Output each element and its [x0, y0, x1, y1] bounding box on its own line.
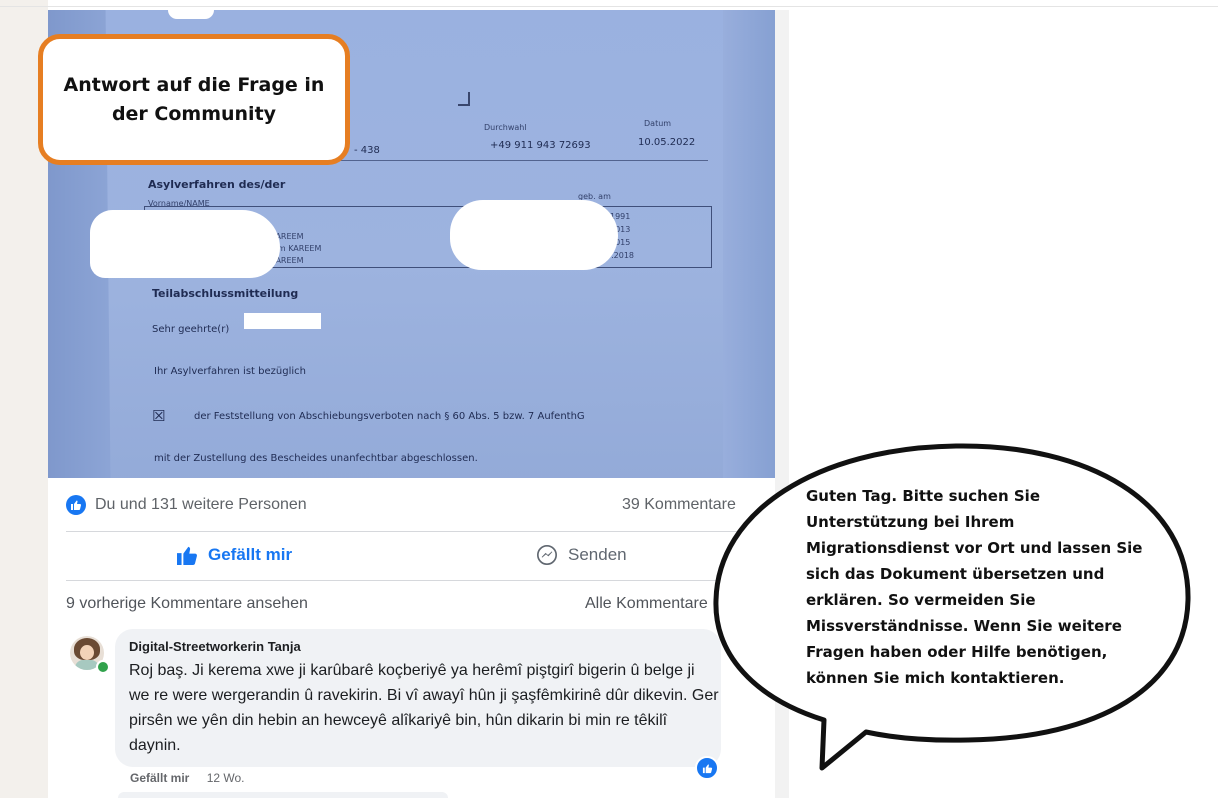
comment-text: Roj baş. Ji kerema xwe ji karûbarê koçbe… [129, 662, 719, 754]
send-button[interactable]: Senden [536, 535, 627, 575]
next-comment-peek [118, 792, 448, 798]
messenger-icon [537, 545, 557, 565]
letter-body-line-2: der Feststellung von Abschiebungsverbote… [194, 411, 585, 422]
checked-box: ☒ [152, 407, 166, 425]
redaction-salutation-name [244, 313, 321, 329]
reactions-text: Du und 131 weitere Personen [95, 496, 307, 513]
comment-like-link[interactable]: Gefällt mir [130, 771, 189, 785]
like-thumb-icon [177, 546, 197, 565]
actions-divider [66, 580, 771, 581]
redaction-top [168, 10, 214, 19]
phone-label: Durchwahl [484, 123, 527, 132]
send-button-label: Senden [568, 545, 627, 564]
like-button-label: Gefällt mir [208, 545, 293, 564]
redaction-names [90, 210, 280, 278]
top-divider [0, 6, 1218, 7]
redaction-middle [450, 200, 618, 270]
phone-number: +49 911 943 72693 [490, 140, 591, 151]
letter-body-line-3: mit der Zustellung des Bescheides unanfe… [154, 453, 478, 464]
all-comments-dropdown[interactable]: Alle Kommentare [585, 595, 708, 613]
reference-fragment: - 438 [354, 145, 380, 156]
reactions-divider [66, 531, 771, 532]
comment-bubble: Digital-Streetworkerin Tanja Roj baş. Ji… [115, 629, 721, 767]
section-title: Asylverfahren des/der [148, 178, 286, 191]
like-button[interactable]: Gefällt mir [176, 535, 292, 575]
letter-date: 10.05.2022 [638, 137, 696, 148]
salutation: Sehr geehrte(r) [152, 324, 230, 335]
notice-title: Teilabschlussmitteilung [152, 287, 299, 300]
online-status-icon [96, 660, 110, 674]
letter-body-line-1: Ihr Asylverfahren ist bezüglich [154, 366, 306, 377]
comment-author[interactable]: Digital-Streetworkerin Tanja [129, 639, 707, 654]
speech-bubble-text: Guten Tag. Bitte suchen Sie Unterstützun… [806, 487, 1143, 687]
date-label: Datum [644, 119, 672, 128]
callout-annotation: Antwort auf die Frage in der Community [38, 34, 350, 165]
photo-background-right [723, 10, 775, 478]
comment-age[interactable]: 12 Wo. [207, 771, 245, 785]
like-badge-icon [66, 495, 86, 515]
comment-meta: Gefällt mir 12 Wo. [130, 771, 245, 785]
reactions-summary[interactable]: Du und 131 weitere Personen [66, 490, 307, 520]
previous-comments-link[interactable]: 9 vorherige Kommentare ansehen [66, 595, 308, 613]
address-window-corner [458, 92, 470, 106]
